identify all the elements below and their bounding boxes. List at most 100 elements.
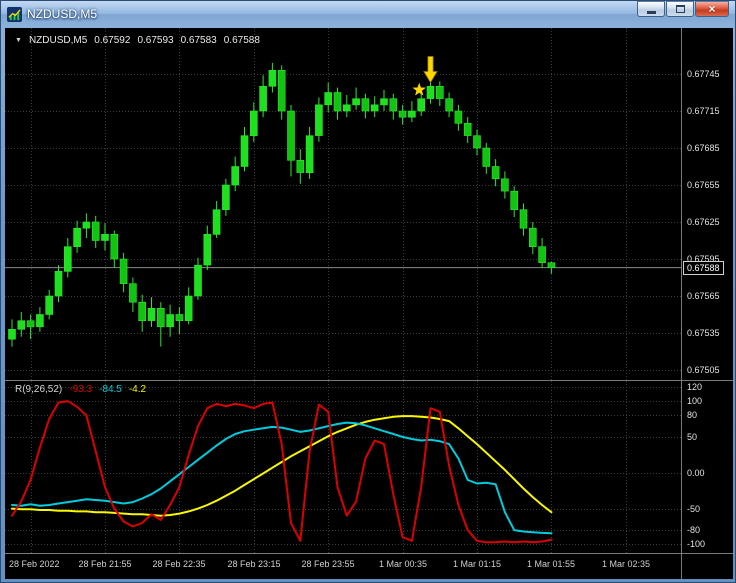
candle xyxy=(268,69,277,87)
candle xyxy=(101,234,109,241)
candle xyxy=(63,246,72,272)
candle xyxy=(361,98,370,112)
candle xyxy=(370,104,379,112)
chart-window: ▼ NZDUSD,M5 0.67592 0.67593 0.67583 0.67… xyxy=(5,28,733,579)
R9-line xyxy=(11,400,553,544)
candle xyxy=(408,110,416,118)
indicator-axis-label: -80 xyxy=(687,525,701,535)
candle xyxy=(82,221,91,229)
candle xyxy=(473,135,481,149)
candle xyxy=(147,307,156,321)
price-axis-label: 0.67505 xyxy=(687,365,720,375)
candle xyxy=(417,98,426,112)
candle xyxy=(333,92,342,112)
candle xyxy=(435,85,444,99)
time-axis[interactable]: 28 Feb 2022 28 Feb 21:55 28 Feb 22:35 28 Fe… xyxy=(5,554,733,579)
indicator-value-2: -84.5 xyxy=(99,384,122,395)
low-value: 0.67583 xyxy=(180,35,217,46)
indicator-axis[interactable]: 120 100 80 50 0.00 -50 -80 -100 xyxy=(682,381,733,553)
time-axis-label: 28 Feb 21:55 xyxy=(78,559,132,569)
candle xyxy=(231,166,239,186)
close-icon: × xyxy=(708,2,716,16)
price-axis-label: 0.67565 xyxy=(687,291,720,301)
candle xyxy=(212,209,221,235)
candle xyxy=(175,314,184,321)
candle xyxy=(45,295,54,315)
candle xyxy=(342,104,351,112)
window-controls: × xyxy=(636,1,729,17)
title-bar[interactable]: NZDUSD,M5 × xyxy=(1,1,735,27)
indicator-value-1: -93.3 xyxy=(69,384,93,395)
star-icon xyxy=(412,82,426,96)
time-axis-label: 28 Feb 2022 xyxy=(9,559,60,569)
close-value: 0.67588 xyxy=(223,35,260,46)
candle xyxy=(17,320,26,330)
candle xyxy=(36,314,44,328)
time-axis-label: 28 Feb 23:15 xyxy=(227,559,281,569)
price-axis-label: 0.67535 xyxy=(687,328,720,338)
candle xyxy=(8,328,16,340)
price-axis-label: 0.67655 xyxy=(687,180,720,190)
candle xyxy=(73,227,81,247)
indicator-chart[interactable] xyxy=(5,381,681,553)
main-chart-panel: ▼ NZDUSD,M5 0.67592 0.67593 0.67583 0.67… xyxy=(5,28,733,380)
candle xyxy=(296,160,305,173)
indicator-grid xyxy=(5,381,681,553)
indicator-axis-label: 50 xyxy=(687,432,698,442)
chevron-down-icon[interactable]: ▼ xyxy=(15,37,22,44)
price-axis-label: 0.67745 xyxy=(687,69,720,79)
candle xyxy=(129,283,137,303)
candle xyxy=(203,234,212,266)
candlestick-chart[interactable] xyxy=(5,28,681,380)
indicator-axis-label: 120 xyxy=(687,382,703,392)
candle xyxy=(501,178,509,192)
candle xyxy=(538,246,546,263)
candle xyxy=(26,320,35,328)
indicator-axis-label: -100 xyxy=(687,539,706,549)
candle xyxy=(454,110,463,124)
candle xyxy=(91,221,100,241)
candle xyxy=(380,98,388,106)
axis-divider xyxy=(681,28,682,579)
candle xyxy=(119,258,128,285)
candle xyxy=(184,295,193,322)
indicator-axis-label: 100 xyxy=(687,396,703,406)
indicator-axis-label: 0.00 xyxy=(687,468,705,478)
open-value: 0.67592 xyxy=(94,35,131,46)
indicator-axis-label: -50 xyxy=(687,504,701,514)
candle xyxy=(482,147,491,167)
high-value: 0.67593 xyxy=(137,35,174,46)
main-grid xyxy=(5,28,681,380)
candle xyxy=(222,184,230,211)
time-axis-label: 1 Mar 01:55 xyxy=(526,559,576,569)
time-axis-label: 1 Mar 02:35 xyxy=(601,559,651,569)
minimize-icon xyxy=(646,11,656,14)
indicator-value-3: -4.2 xyxy=(128,384,147,395)
candle xyxy=(157,307,165,328)
close-button[interactable]: × xyxy=(695,1,729,17)
price-axis[interactable]: 0.67588 0.67745 0.67715 0.67685 0.67655 0.67… xyxy=(682,28,733,380)
candle xyxy=(110,234,119,260)
candle xyxy=(250,110,258,137)
price-axis-label: 0.67685 xyxy=(687,143,720,153)
candle xyxy=(166,314,174,328)
candle xyxy=(287,110,295,161)
candle xyxy=(277,69,286,112)
indicator-panel: R(9,26,52) -93.3 -84.5 -4.2 120 100 80 50 0.… xyxy=(5,381,733,553)
app-icon xyxy=(7,6,22,22)
candle xyxy=(445,98,453,112)
candle xyxy=(528,227,537,247)
candle xyxy=(519,209,528,229)
symbol-ohlc-line: ▼ NZDUSD,M5 0.67592 0.67593 0.67583 0.67… xyxy=(15,35,260,46)
candle xyxy=(491,166,500,180)
time-axis-label: 1 Mar 00:35 xyxy=(378,559,428,569)
symbol-label: NZDUSD,M5 xyxy=(28,35,88,46)
candle xyxy=(315,104,323,136)
maximize-button[interactable] xyxy=(666,1,694,17)
candle xyxy=(398,110,407,118)
price-axis-label: 0.67625 xyxy=(687,217,720,227)
indicator-label: R(9,26,52) -93.3 -84.5 -4.2 xyxy=(15,384,146,395)
price-axis-label: 0.67715 xyxy=(687,106,720,116)
candles xyxy=(8,62,556,347)
minimize-button[interactable] xyxy=(637,1,665,17)
